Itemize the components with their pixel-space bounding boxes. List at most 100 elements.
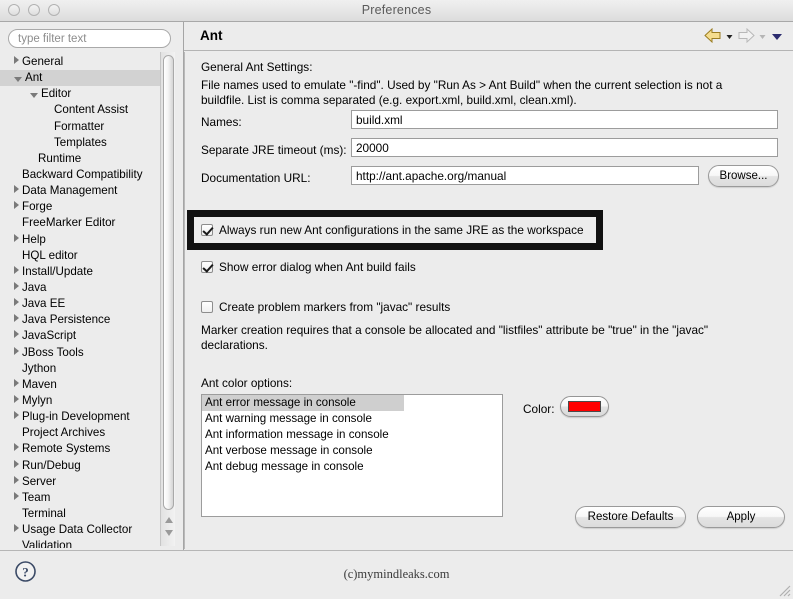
- twisty-collapsed-icon[interactable]: [14, 281, 19, 290]
- back-dropdown-icon[interactable]: [725, 29, 734, 43]
- sidebar-item-label: Server: [22, 474, 57, 488]
- sidebar-item-label: Java: [22, 280, 47, 294]
- sidebar-scrollbar[interactable]: [160, 52, 175, 546]
- chevron-down-icon[interactable]: [770, 29, 784, 43]
- color-picker-button[interactable]: [560, 396, 609, 417]
- sidebar-item-editor[interactable]: Editor: [0, 86, 160, 102]
- twisty-collapsed-icon[interactable]: [14, 201, 19, 210]
- back-arrow-icon[interactable]: [704, 27, 722, 44]
- sidebar-item-label: Editor: [41, 87, 72, 101]
- twisty-collapsed-icon[interactable]: [14, 394, 19, 403]
- sidebar-item-project-archives[interactable]: Project Archives: [0, 425, 160, 441]
- problem-markers-checkbox-row[interactable]: Create problem markers from "javac" resu…: [201, 300, 450, 314]
- twisty-collapsed-icon[interactable]: [14, 411, 19, 420]
- sidebar-item-label: Forge: [22, 200, 53, 214]
- sidebar-item-label: JBoss Tools: [22, 345, 84, 359]
- sidebar-item-plug-in-development[interactable]: Plug-in Development: [0, 409, 160, 425]
- color-option-item[interactable]: Ant error message in console: [202, 395, 404, 411]
- sidebar-item-label: Formatter: [54, 119, 105, 133]
- scroll-down-icon[interactable]: [165, 530, 173, 536]
- sidebar-item-label: Java Persistence: [22, 313, 111, 327]
- twisty-expanded-icon[interactable]: [30, 93, 38, 99]
- resize-grip[interactable]: [777, 583, 791, 597]
- window-titlebar: Preferences: [0, 0, 793, 22]
- jre-timeout-input[interactable]: [351, 138, 778, 157]
- twisty-collapsed-icon[interactable]: [14, 491, 19, 500]
- marker-note-line-1: Marker creation requires that a console …: [201, 323, 709, 337]
- sidebar-item-maven[interactable]: Maven: [0, 377, 160, 393]
- sidebar-item-javascript[interactable]: JavaScript: [0, 328, 160, 344]
- twisty-collapsed-icon[interactable]: [14, 524, 19, 533]
- twisty-collapsed-icon[interactable]: [14, 346, 19, 355]
- twisty-none-icon: [46, 128, 51, 129]
- sidebar-item-jboss-tools[interactable]: JBoss Tools: [0, 345, 160, 361]
- sidebar-item-mylyn[interactable]: Mylyn: [0, 393, 160, 409]
- sidebar-item-server[interactable]: Server: [0, 474, 160, 490]
- sidebar-item-help[interactable]: Help: [0, 232, 160, 248]
- doc-url-input[interactable]: [351, 166, 699, 185]
- sidebar-item-label: Run/Debug: [22, 458, 81, 472]
- sidebar-item-data-management[interactable]: Data Management: [0, 183, 160, 199]
- twisty-collapsed-icon[interactable]: [14, 56, 19, 64]
- scrollbar-thumb[interactable]: [163, 55, 174, 510]
- sidebar-item-remote-systems[interactable]: Remote Systems: [0, 441, 160, 457]
- sidebar-item-java-ee[interactable]: Java EE: [0, 296, 160, 312]
- sidebar-item-hql-editor[interactable]: HQL editor: [0, 248, 160, 264]
- color-option-item[interactable]: Ant information message in console: [202, 427, 502, 443]
- sidebar-item-label: Install/Update: [22, 264, 93, 278]
- color-option-item[interactable]: Ant verbose message in console: [202, 443, 502, 459]
- twisty-collapsed-icon[interactable]: [14, 265, 19, 274]
- sidebar-item-java[interactable]: Java: [0, 280, 160, 296]
- twisty-collapsed-icon[interactable]: [14, 185, 19, 194]
- color-option-item[interactable]: Ant debug message in console: [202, 459, 502, 475]
- twisty-collapsed-icon[interactable]: [14, 378, 19, 387]
- sidebar-item-label: Mylyn: [22, 393, 53, 407]
- color-options-list[interactable]: Ant error message in console Ant warning …: [201, 394, 503, 517]
- sidebar-item-jython[interactable]: Jython: [0, 361, 160, 377]
- scroll-up-icon[interactable]: [165, 517, 173, 523]
- names-input[interactable]: [351, 110, 778, 129]
- sidebar-item-forge[interactable]: Forge: [0, 199, 160, 215]
- same-jre-checkbox-row[interactable]: Always run new Ant configurations in the…: [201, 223, 584, 237]
- problem-markers-checkbox[interactable]: [201, 301, 213, 313]
- sidebar-item-validation[interactable]: Validation: [0, 538, 160, 548]
- browse-button[interactable]: Browse...: [708, 165, 779, 187]
- twisty-collapsed-icon[interactable]: [14, 314, 19, 323]
- restore-defaults-button[interactable]: Restore Defaults: [575, 506, 686, 528]
- general-settings-label: General Ant Settings:: [201, 60, 313, 74]
- sidebar-item-label: Data Management: [22, 184, 118, 198]
- sidebar-item-label: Backward Compatibility: [22, 167, 143, 181]
- sidebar-item-formatter[interactable]: Formatter: [0, 119, 160, 135]
- sidebar-item-terminal[interactable]: Terminal: [0, 506, 160, 522]
- twisty-collapsed-icon[interactable]: [14, 475, 19, 484]
- sidebar-item-install-update[interactable]: Install/Update: [0, 264, 160, 280]
- page-title: Ant: [200, 28, 223, 43]
- apply-button[interactable]: Apply: [697, 506, 785, 528]
- twisty-collapsed-icon[interactable]: [14, 443, 19, 452]
- twisty-collapsed-icon[interactable]: [14, 459, 19, 468]
- sidebar-item-run-debug[interactable]: Run/Debug: [0, 458, 160, 474]
- sidebar-item-backward-compatibility[interactable]: Backward Compatibility: [0, 167, 160, 183]
- jre-timeout-label: Separate JRE timeout (ms):: [201, 143, 347, 157]
- preferences-tree[interactable]: General Ant Editor Content Assist Formatter T…: [0, 54, 160, 548]
- sidebar-item-team[interactable]: Team: [0, 490, 160, 506]
- twisty-expanded-icon[interactable]: [14, 77, 22, 83]
- twisty-collapsed-icon[interactable]: [14, 233, 19, 242]
- sidebar-item-freemarker-editor[interactable]: FreeMarker Editor: [0, 215, 160, 231]
- sidebar-item-runtime[interactable]: Runtime: [0, 151, 160, 167]
- twisty-collapsed-icon[interactable]: [14, 330, 19, 339]
- twisty-collapsed-icon[interactable]: [14, 298, 19, 307]
- sidebar-item-label: Remote Systems: [22, 442, 111, 456]
- sidebar-item-content-assist[interactable]: Content Assist: [0, 102, 160, 118]
- error-dialog-checkbox[interactable]: [201, 261, 213, 273]
- sidebar-item-general[interactable]: General: [0, 54, 160, 70]
- same-jre-label: Always run new Ant configurations in the…: [219, 223, 584, 237]
- sidebar-item-usage-data-collector[interactable]: Usage Data Collector: [0, 522, 160, 538]
- color-option-item[interactable]: Ant warning message in console: [202, 411, 502, 427]
- sidebar-item-templates[interactable]: Templates: [0, 135, 160, 151]
- error-dialog-checkbox-row[interactable]: Show error dialog when Ant build fails: [201, 260, 416, 274]
- sidebar-item-ant[interactable]: Ant: [0, 70, 160, 87]
- sidebar-item-java-persistence[interactable]: Java Persistence: [0, 312, 160, 328]
- filter-input[interactable]: [8, 29, 171, 48]
- same-jre-checkbox[interactable]: [201, 224, 213, 236]
